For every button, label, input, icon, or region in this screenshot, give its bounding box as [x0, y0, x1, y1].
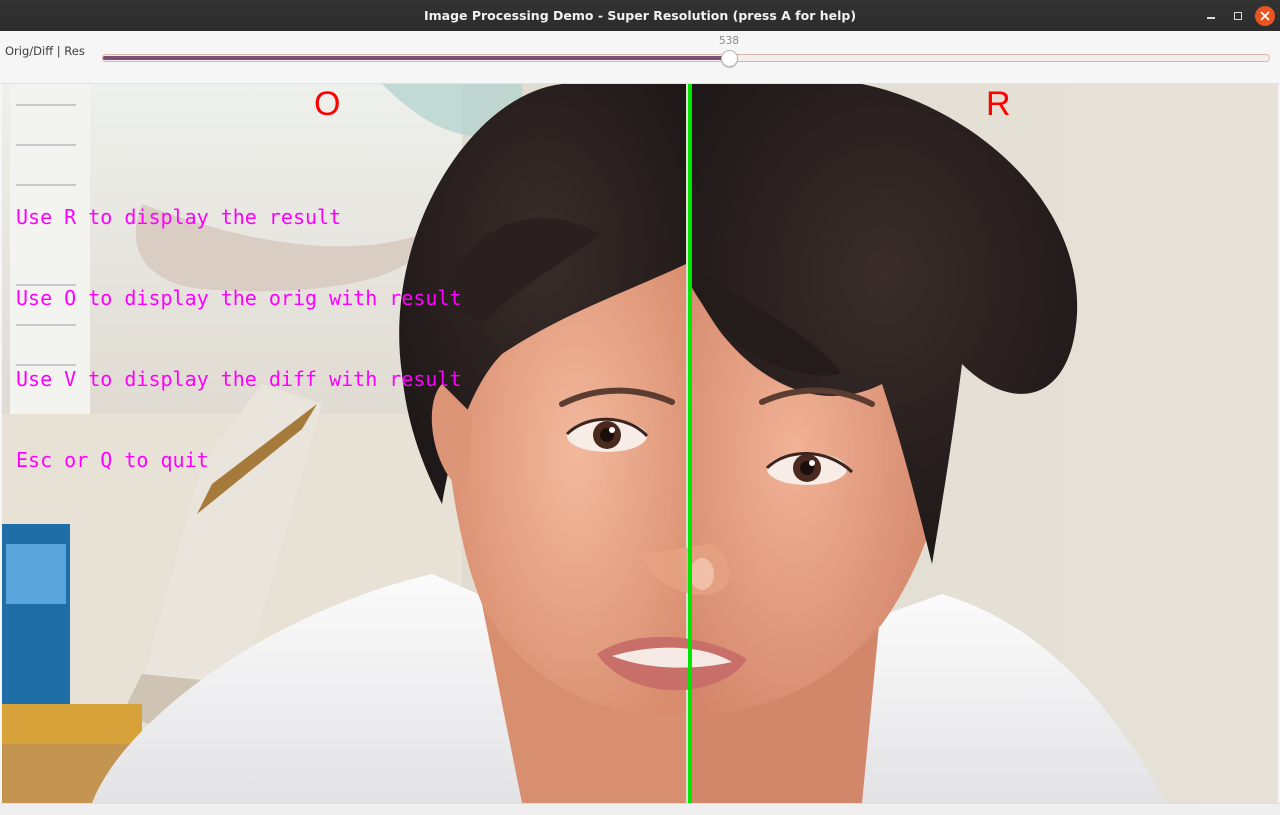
help-line: Esc or Q to quit [16, 448, 209, 472]
maximize-button[interactable] [1228, 6, 1248, 26]
maximize-icon [1234, 12, 1242, 20]
trackbar-value: 538 [718, 35, 740, 47]
slider-fill [103, 56, 728, 60]
trackbar-label: Orig/Diff | Res [5, 44, 85, 58]
close-button[interactable] [1255, 6, 1275, 26]
help-line: Use O to display the orig with result [16, 286, 462, 310]
slider-thumb[interactable] [721, 50, 738, 67]
close-icon [1260, 11, 1270, 21]
minimize-button[interactable] [1201, 6, 1221, 26]
minimize-icon [1207, 17, 1215, 19]
title-bar: Image Processing Demo - Super Resolution… [0, 0, 1280, 31]
orig-diff-res-slider[interactable] [102, 50, 1270, 67]
help-overlay: Use R to display the result Use O to dis… [16, 150, 462, 528]
window-title: Image Processing Demo - Super Resolution… [423, 8, 857, 23]
status-strip [0, 803, 1280, 815]
original-side-label: O [314, 85, 341, 123]
help-line: Use V to display the diff with result [16, 367, 462, 391]
help-line: Use R to display the result [16, 205, 342, 229]
image-view: O R Use R to display the result Use O to… [2, 84, 1278, 803]
result-side-label: R [986, 85, 1011, 123]
split-divider[interactable] [688, 84, 692, 803]
trackbar-panel: Orig/Diff | Res 538 [0, 31, 1280, 84]
app-window: Image Processing Demo - Super Resolution… [0, 0, 1280, 815]
